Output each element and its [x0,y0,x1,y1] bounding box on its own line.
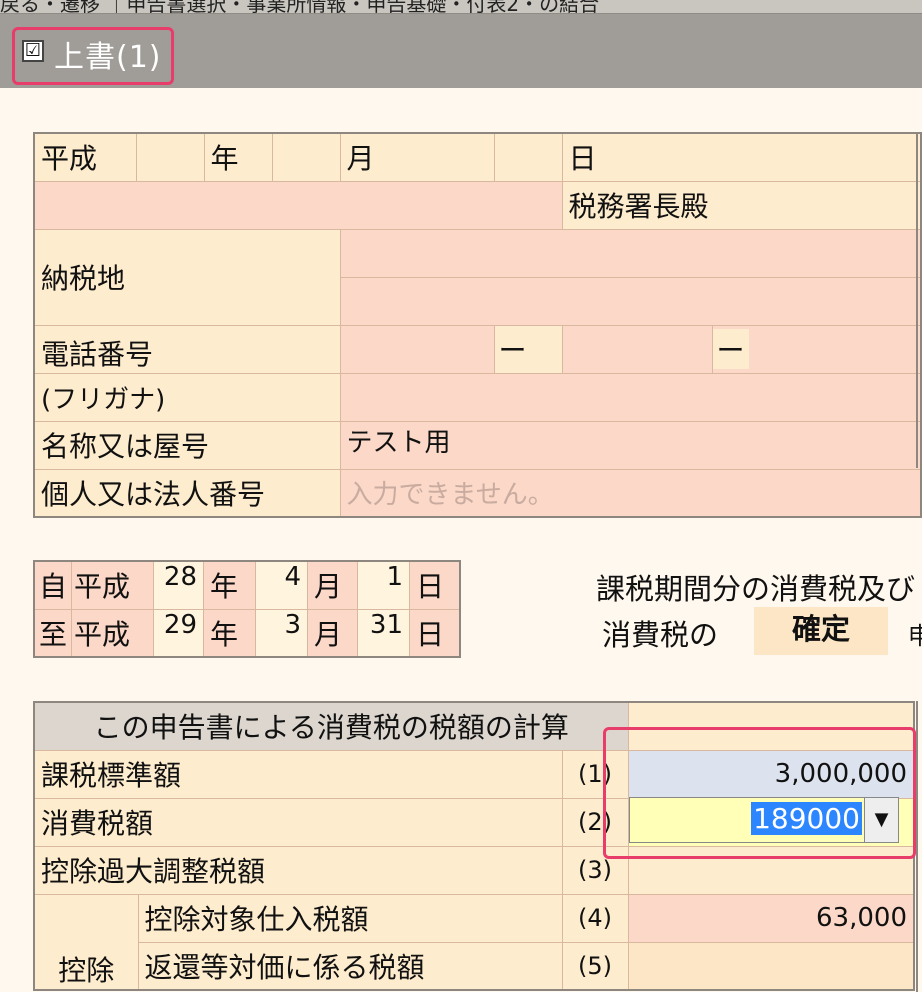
era-label: 平成 [33,132,137,182]
period-from-year-unit: 年 [203,560,257,610]
filer-info-table: 平成 年 月 日 税務署長殿 納税地 電話番号 ー ー (フリガナ) 名称又は屋… [33,132,922,518]
calc-row-label: 返還等対価に係る税額 [137,941,563,991]
calc-row-value: 63,000 [627,893,915,943]
right-panel-edge-2 [916,701,922,992]
period-from-day[interactable]: 1 [357,560,411,610]
truncated-text: 申 [908,622,922,650]
consumption-tax-dropdown[interactable]: 189000 ▼ [629,797,899,843]
period-to-era: 平成 [71,608,155,658]
calc-row-value[interactable] [627,941,915,991]
checkbox-icon[interactable]: ☑ [22,40,44,62]
furigana-label: (フリガナ) [33,372,341,422]
table-row: 返還等対価に係る税額 (5) [34,941,915,991]
phone-input-2[interactable] [561,324,713,374]
period-to-year[interactable]: 29 [153,608,205,658]
phone-label: 電話番号 [33,324,341,374]
calc-row-label: 課税標準額 [33,749,563,799]
window-title-strip: 戻る・遷移 ｜申告書選択・事業所情報・申告基礎・付表2・の結合 [0,0,922,14]
calc-row-no: (5) [561,941,629,991]
period-from-era: 平成 [71,560,155,610]
day-label: 日 [561,132,922,182]
tax-office-label: 税務署長殿 [561,180,922,230]
calc-row-label: 控除過大調整税額 [33,845,563,895]
period-to-month-unit: 月 [307,608,359,658]
address-label: 納税地 [33,228,341,326]
number-label: 個人又は法人番号 [33,468,341,518]
period-from-day-unit: 日 [409,560,461,610]
phone-dash-1: ー [493,324,563,374]
name-input[interactable]: テスト用 [339,420,922,470]
number-input: 入力できません。 [339,468,922,518]
period-from-month[interactable]: 4 [255,560,309,610]
consumption-tax-value[interactable]: 189000 [751,802,862,835]
filing-type-kakutei[interactable]: 確定 [754,607,888,655]
month-label: 月 [339,132,495,182]
period-to-month[interactable]: 3 [255,608,309,658]
right-panel-edge [916,132,922,468]
chevron-down-icon[interactable]: ▼ [864,798,898,842]
month-input[interactable] [271,132,341,182]
phone-input-1[interactable] [339,324,495,374]
furigana-input[interactable] [339,372,922,422]
period-table: 自 平成 28 年 4 月 1 日 至 平成 29 年 3 月 31 日 [33,560,461,658]
year-label: 年 [203,132,273,182]
deduction-group-label: 控除 [33,893,139,991]
period-from-month-unit: 月 [307,560,359,610]
day-input[interactable] [493,132,563,182]
calc-row-label: 控除対象仕入税額 [137,893,563,943]
phone-input-3[interactable]: ー [711,324,922,374]
phone-dash-2: ー [713,329,749,369]
year-input[interactable] [135,132,205,182]
calc-row-label: 消費税額 [33,797,563,847]
table-row: 控除 控除対象仕入税額 (4) 63,000 [33,893,915,991]
period-to-year-unit: 年 [203,608,257,658]
name-label: 名称又は屋号 [33,420,341,470]
window-title: 戻る・遷移 ｜申告書選択・事業所情報・申告基礎・付表2・の結合 [0,0,600,14]
period-title: 課税期間分の消費税及び [596,572,916,606]
period-to-prefix: 至 [33,608,73,658]
tab-overwrite[interactable]: 上書(1) [54,32,162,76]
address-input-1[interactable] [339,228,922,278]
tax-office-input[interactable] [33,180,563,230]
period-from-year[interactable]: 28 [153,560,205,610]
period-to-day-unit: 日 [409,608,461,658]
address-input-2[interactable] [339,276,922,326]
period-to-day[interactable]: 31 [357,608,411,658]
calc-header: この申告書による消費税の税額の計算 [33,701,629,751]
calc-row-no: (4) [561,893,629,943]
period-from-prefix: 自 [33,560,73,610]
period-sub-label: 消費税の [602,618,719,652]
